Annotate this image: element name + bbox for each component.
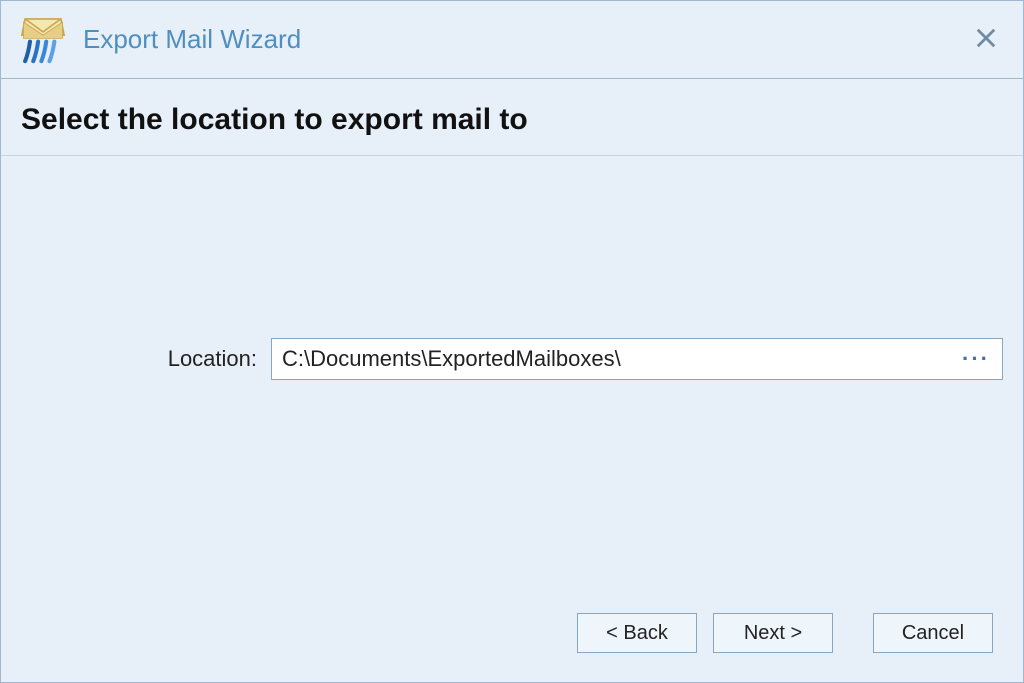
content-area: Select the location to export mail to Lo… [1, 79, 1023, 682]
window-title: Export Mail Wizard [83, 24, 967, 55]
page-heading: Select the location to export mail to [21, 103, 1003, 137]
cancel-button[interactable]: Cancel [873, 613, 993, 653]
form-body: Location: ··· [1, 156, 1023, 602]
browse-button[interactable]: ··· [956, 348, 996, 370]
app-icon [15, 12, 71, 68]
back-button[interactable]: < Back [577, 613, 697, 653]
location-input-wrap: ··· [271, 338, 1003, 380]
location-row: Location: ··· [21, 338, 1003, 380]
location-label: Location: [21, 346, 271, 372]
location-input[interactable] [282, 346, 956, 372]
button-row: < Back Next > Cancel [1, 602, 1023, 682]
titlebar: Export Mail Wizard [1, 1, 1023, 79]
wizard-window: Export Mail Wizard Select the location t… [0, 0, 1024, 683]
heading-wrap: Select the location to export mail to [1, 79, 1023, 156]
next-button[interactable]: Next > [713, 613, 833, 653]
close-icon[interactable] [967, 22, 1005, 58]
